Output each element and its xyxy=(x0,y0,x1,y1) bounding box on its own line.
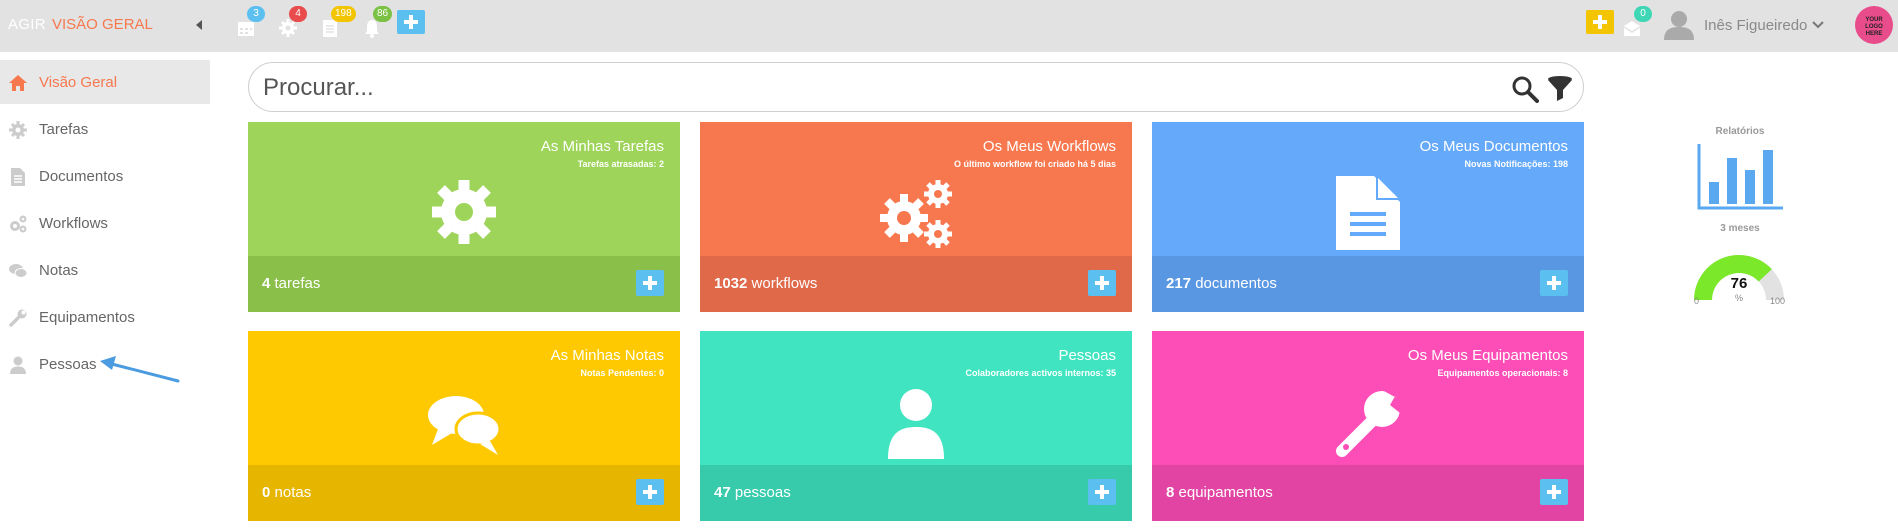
card-subtitle: Equipamentos operacionais: 8 xyxy=(1437,368,1568,378)
sidebar-item-documents[interactable]: Documentos xyxy=(0,154,210,198)
chat-icon xyxy=(428,396,502,455)
filter-icon[interactable] xyxy=(1547,75,1573,103)
collapse-sidebar-icon[interactable] xyxy=(193,17,205,33)
plus-icon xyxy=(643,276,657,290)
search-input[interactable] xyxy=(263,71,1483,105)
card-title: Os Meus Workflows xyxy=(982,138,1116,155)
sidebar-item-label: Notas xyxy=(39,262,79,279)
sidebar-item-workflows[interactable]: Workflows xyxy=(0,201,210,245)
chat-icon xyxy=(9,264,28,278)
plus-icon xyxy=(1593,15,1607,29)
card-count-label: 1032 workflows xyxy=(714,275,818,292)
calendar-badge: 3 xyxy=(247,6,265,22)
gears-icon xyxy=(10,215,27,233)
reports-period: 3 meses xyxy=(1720,223,1760,234)
add-person-button[interactable] xyxy=(1088,479,1116,505)
sidebar-item-notes[interactable]: Notas xyxy=(0,248,210,292)
bar-chart-icon[interactable] xyxy=(1697,142,1785,210)
card-count-label: 4 tarefas xyxy=(262,275,321,292)
wrench-icon xyxy=(1336,391,1402,457)
sidebar-item-label: Visão Geral xyxy=(39,74,118,91)
messages-badge: 0 xyxy=(1634,6,1652,22)
sidebar-item-label: Pessoas xyxy=(39,356,97,373)
top-bar: AGIR VISÃO GERAL 3 4 198 86 0 Inês Figue… xyxy=(0,0,1898,52)
card-my-workflows[interactable]: 1032 workflows Os Meus Workflows O últim… xyxy=(700,122,1132,312)
user-name[interactable]: Inês Figueiredo xyxy=(1704,17,1807,34)
plus-icon xyxy=(1547,276,1561,290)
card-count-label: 8 equipamentos xyxy=(1166,484,1273,501)
plus-icon xyxy=(1547,485,1561,499)
card-my-notes[interactable]: 0 notas As Minhas Notas Notas Pendentes:… xyxy=(248,331,680,521)
sidebar-item-label: Equipamentos xyxy=(39,309,135,326)
sidebar-item-label: Tarefas xyxy=(39,121,89,138)
card-my-documents[interactable]: 217 documentos Os Meus Documentos Novas … xyxy=(1152,122,1584,312)
tasks-badge: 4 xyxy=(289,6,307,22)
card-title: Os Meus Equipamentos xyxy=(1407,347,1568,364)
user-icon xyxy=(10,356,26,374)
add-task-button[interactable] xyxy=(636,270,664,296)
card-subtitle: Notas Pendentes: 0 xyxy=(580,368,664,378)
card-title: As Minhas Notas xyxy=(550,347,664,364)
sidebar-item-equipment[interactable]: Equipamentos xyxy=(0,295,210,339)
chevron-down-icon[interactable] xyxy=(1812,20,1824,30)
create-button[interactable] xyxy=(1586,10,1614,34)
card-subtitle: Tarefas atrasadas: 2 xyxy=(577,159,664,169)
sidebar: Visão Geral Tarefas Documentos Workflows… xyxy=(0,52,210,528)
gauge-unit: % xyxy=(1734,293,1743,303)
card-subtitle: O último workflow foi criado há 5 dias xyxy=(953,159,1116,169)
card-my-tasks[interactable]: 4 tarefas As Minhas Tarefas Tarefas atra… xyxy=(248,122,680,312)
card-title: Pessoas xyxy=(1058,347,1116,364)
add-equipment-button[interactable] xyxy=(1540,479,1568,505)
pointer-arrow-icon xyxy=(100,356,180,383)
add-note-button[interactable] xyxy=(636,479,664,505)
plus-icon xyxy=(404,15,418,29)
search-icon[interactable] xyxy=(1511,75,1539,103)
notifications-button[interactable]: 86 xyxy=(362,6,393,38)
plus-icon xyxy=(1095,485,1109,499)
card-count-label: 0 notas xyxy=(262,484,312,501)
gauge-min: 0 xyxy=(1694,296,1700,306)
gear-icon xyxy=(9,121,27,139)
brand-name: AGIR xyxy=(8,16,46,33)
card-people[interactable]: 47 pessoas Pessoas Colaboradores activos… xyxy=(700,331,1132,521)
tasks-button[interactable]: 4 xyxy=(278,6,307,38)
plus-icon xyxy=(643,485,657,499)
add-workflow-button[interactable] xyxy=(1088,270,1116,296)
gauge-value: 76 xyxy=(1730,275,1748,292)
company-logo: YOUR LOGO HERE xyxy=(1855,6,1893,44)
wrench-icon xyxy=(9,309,27,327)
sidebar-item-label: Documentos xyxy=(39,168,124,185)
reports-label: Relatórios xyxy=(1715,126,1765,137)
gear-icon xyxy=(432,180,496,244)
calendar-button[interactable]: 3 xyxy=(236,6,265,38)
page-title: VISÃO GERAL xyxy=(52,16,153,33)
sidebar-item-overview[interactable]: Visão Geral xyxy=(0,60,210,104)
card-title: As Minhas Tarefas xyxy=(540,138,664,155)
card-title: Os Meus Documentos xyxy=(1419,138,1568,155)
card-my-equipment[interactable]: 8 equipamentos Os Meus Equipamentos Equi… xyxy=(1152,331,1584,521)
search-bar xyxy=(248,62,1584,112)
user-avatar-icon[interactable] xyxy=(1662,8,1696,40)
plus-icon xyxy=(1095,276,1109,290)
sidebar-item-tasks[interactable]: Tarefas xyxy=(0,107,210,151)
gauge-max: 100 xyxy=(1770,296,1786,306)
messages-button[interactable]: 0 xyxy=(1622,6,1652,38)
add-document-button[interactable] xyxy=(1540,270,1568,296)
card-count-label: 47 pessoas xyxy=(714,484,791,501)
sidebar-item-label: Workflows xyxy=(39,215,108,232)
document-icon xyxy=(1336,176,1400,250)
user-icon xyxy=(888,389,944,459)
home-icon xyxy=(9,75,27,91)
card-count-label: 217 documentos xyxy=(1166,275,1277,292)
card-subtitle: Colaboradores activos internos: 35 xyxy=(965,368,1116,378)
documents-button[interactable]: 198 xyxy=(320,6,356,38)
document-icon xyxy=(11,168,25,186)
notifications-badge: 86 xyxy=(373,6,393,22)
gears-icon xyxy=(880,180,952,248)
quick-add-button[interactable] xyxy=(397,10,425,34)
card-subtitle: Novas Notificações: 198 xyxy=(1464,159,1568,169)
documents-badge: 198 xyxy=(331,6,356,22)
